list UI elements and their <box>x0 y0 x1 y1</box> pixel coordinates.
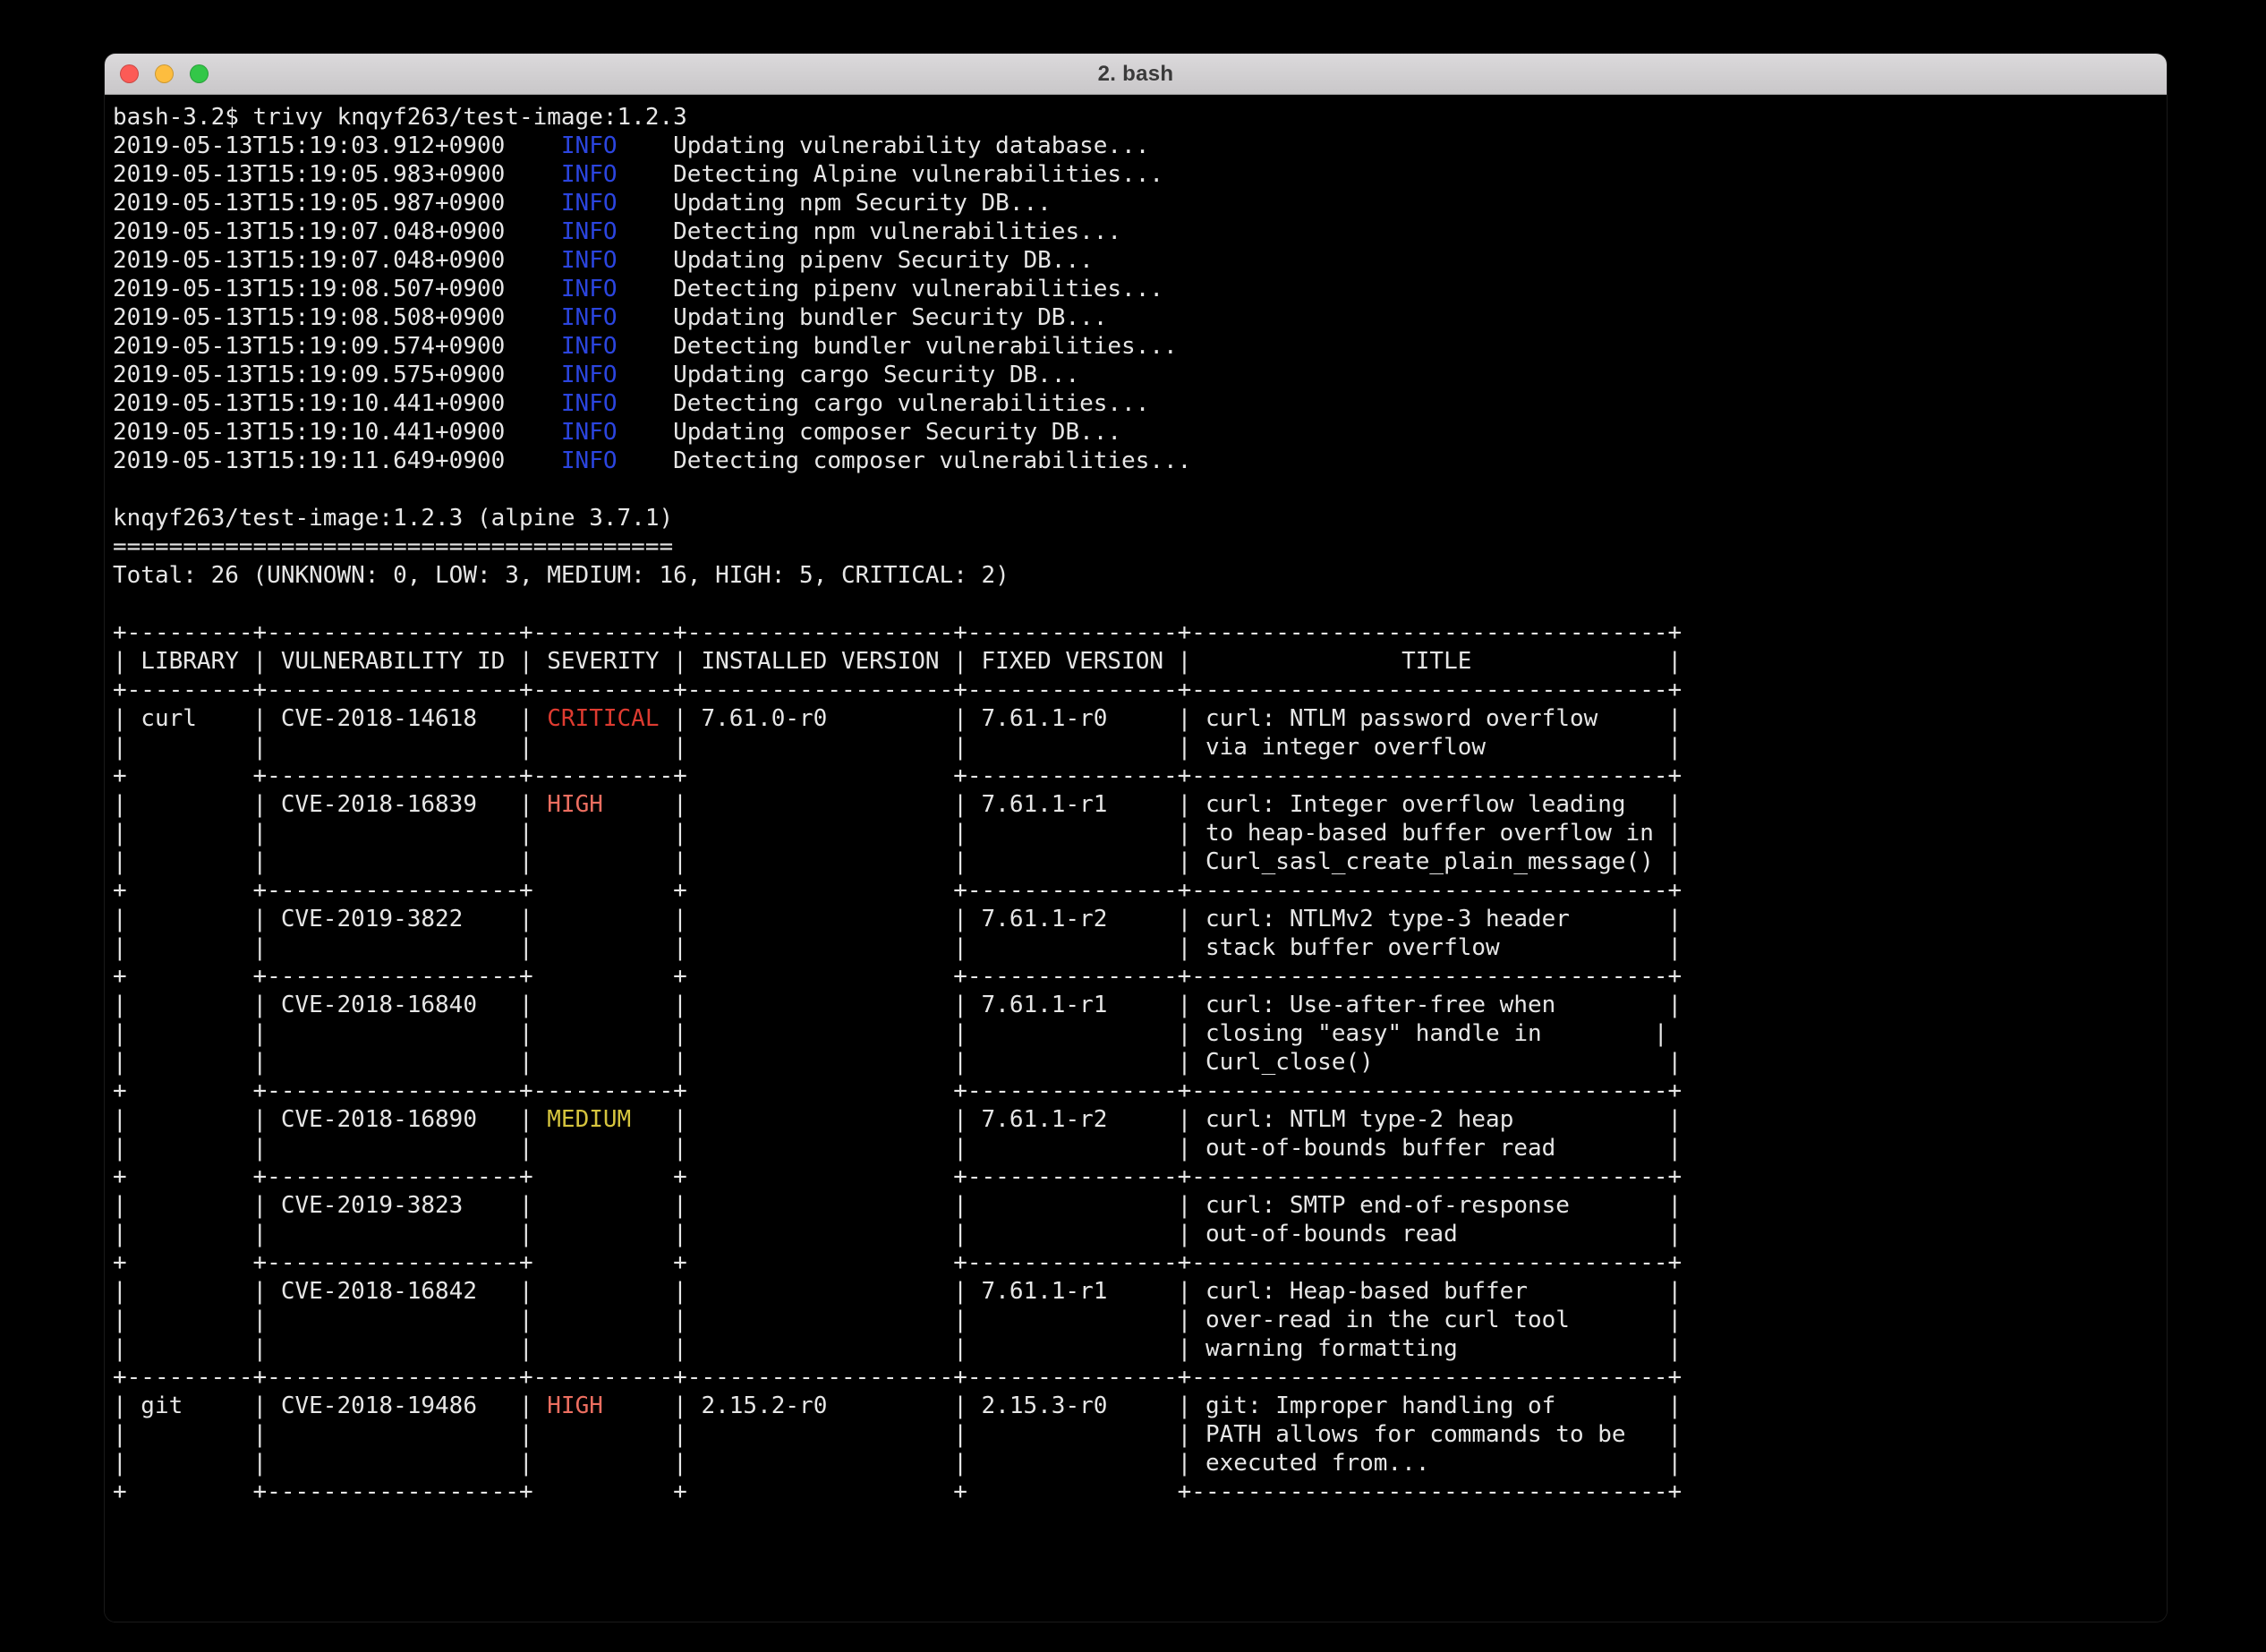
log-level-info: INFO <box>561 218 618 245</box>
terminal-content[interactable]: bash-3.2$ trivy knqyf263/test-image:1.2.… <box>105 96 2167 1622</box>
terminal-line: + +------------------+ + +--------------… <box>113 1163 1682 1190</box>
log-level-info: INFO <box>561 161 618 188</box>
severity-label-medium: MEDIUM <box>547 1106 631 1133</box>
window-title: 2. bash <box>1098 62 1174 87</box>
terminal-line: | | | | | | Curl_close() | <box>113 1049 1682 1076</box>
terminal-line: | | | | | | out-of-bounds read | <box>113 1221 1682 1248</box>
log-level-info: INFO <box>561 190 618 217</box>
terminal-line: Total: 26 (UNKNOWN: 0, LOW: 3, MEDIUM: 1… <box>113 562 1009 589</box>
terminal-line: 2019-05-13T15:19:05.987+0900 INFO Updati… <box>113 190 1052 217</box>
log-level-info: INFO <box>561 390 618 417</box>
terminal-line: knqyf263/test-image:1.2.3 (alpine 3.7.1) <box>113 505 673 532</box>
terminal-line: 2019-05-13T15:19:05.983+0900 INFO Detect… <box>113 161 1163 188</box>
severity-label-undefined: | | 7.61.1-r1 | curl: Integer overflow l… <box>603 791 1682 818</box>
terminal-line: + +------------------+ + + +------------… <box>113 1478 1682 1505</box>
terminal-line: +---------+------------------+----------… <box>113 677 1682 703</box>
terminal-line: | | | | | | PATH allows for commands to … <box>113 1421 1682 1448</box>
terminal-line: | | CVE-2018-16839 | HIGH | | 7.61.1-r1 … <box>113 791 1682 818</box>
terminal-line: ======================================== <box>113 533 673 560</box>
terminal-window: 2. bash bash-3.2$ trivy knqyf263/test-im… <box>105 54 2167 1622</box>
terminal-line: +---------+------------------+----------… <box>113 619 1682 646</box>
severity-label-high: HIGH <box>547 791 603 818</box>
severity-label-undefined: | 7.61.0-r0 | 7.61.1-r0 | curl: NTLM pas… <box>660 705 1682 732</box>
terminal-line: | | | | | | over-read in the curl tool | <box>113 1307 1682 1333</box>
log-level-info: INFO <box>561 447 618 474</box>
terminal-line: | | CVE-2018-16890 | MEDIUM | | 7.61.1-r… <box>113 1106 1682 1133</box>
terminal-line: | curl | CVE-2018-14618 | CRITICAL | 7.6… <box>113 705 1682 732</box>
log-level-info: INFO <box>561 362 618 388</box>
terminal-line: 2019-05-13T15:19:03.912+0900 INFO Updati… <box>113 132 1149 159</box>
terminal-line: 2019-05-13T15:19:11.649+0900 INFO Detect… <box>113 447 1191 474</box>
severity-label-undefined: | | 7.61.1-r2 | curl: NTLM type-2 heap | <box>631 1106 1682 1133</box>
terminal-output: bash-3.2$ trivy knqyf263/test-image:1.2.… <box>113 103 2167 1506</box>
severity-label-undefined: | 2.15.2-r0 | 2.15.3-r0 | git: Improper … <box>603 1392 1682 1419</box>
log-level-info: INFO <box>561 304 618 331</box>
minimize-button[interactable] <box>155 64 174 83</box>
log-level-info: INFO <box>561 247 618 274</box>
terminal-line: + +------------------+----------+ +-----… <box>113 762 1682 789</box>
desktop-background: 2. bash bash-3.2$ trivy knqyf263/test-im… <box>0 0 2266 1652</box>
terminal-line: | | | | | | out-of-bounds buffer read | <box>113 1135 1682 1162</box>
terminal-line: + +------------------+ + +--------------… <box>113 963 1682 990</box>
severity-label-undefined: | | CVE-2018-16890 | <box>113 1106 547 1133</box>
terminal-line: | git | CVE-2018-19486 | HIGH | 2.15.2-r… <box>113 1392 1682 1419</box>
terminal-line: | | | | | | to heap-based buffer overflo… <box>113 820 1682 847</box>
terminal-line: | | | | | | warning formatting | <box>113 1335 1682 1362</box>
terminal-line: | | | | | | executed from... | <box>113 1450 1682 1477</box>
terminal-line: | | CVE-2019-3822 | | | 7.61.1-r2 | curl… <box>113 906 1682 932</box>
log-level-info: INFO <box>561 419 618 446</box>
severity-label-high: HIGH <box>547 1392 603 1419</box>
log-level-info: INFO <box>561 333 618 360</box>
window-titlebar[interactable]: 2. bash <box>105 54 2167 95</box>
zoom-button[interactable] <box>190 64 209 83</box>
terminal-line: 2019-05-13T15:19:10.441+0900 INFO Detect… <box>113 390 1149 417</box>
terminal-line: | | | | | | closing "easy" handle in | <box>113 1020 1668 1047</box>
terminal-line: bash-3.2$ trivy knqyf263/test-image:1.2.… <box>113 104 687 131</box>
terminal-line: | | | | | | Curl_sasl_create_plain_messa… <box>113 848 1682 875</box>
log-level-info: INFO <box>561 132 618 159</box>
terminal-line: 2019-05-13T15:19:10.441+0900 INFO Updati… <box>113 419 1121 446</box>
terminal-line: 2019-05-13T15:19:09.575+0900 INFO Updati… <box>113 362 1079 388</box>
terminal-line: | | CVE-2018-16842 | | | 7.61.1-r1 | cur… <box>113 1278 1682 1305</box>
terminal-line: | | CVE-2018-16840 | | | 7.61.1-r1 | cur… <box>113 992 1682 1018</box>
terminal-line: +---------+------------------+----------… <box>113 1364 1682 1391</box>
log-level-info: INFO <box>561 276 618 302</box>
severity-label-undefined: | | CVE-2018-16839 | <box>113 791 547 818</box>
close-button[interactable] <box>120 64 139 83</box>
terminal-line: + +------------------+----------+ +-----… <box>113 1077 1682 1104</box>
terminal-line: | | CVE-2019-3823 | | | | curl: SMTP end… <box>113 1192 1682 1219</box>
terminal-line: 2019-05-13T15:19:07.048+0900 INFO Detect… <box>113 218 1121 245</box>
traffic-lights <box>120 54 209 94</box>
terminal-line: + +------------------+ + +--------------… <box>113 1249 1682 1276</box>
terminal-line: 2019-05-13T15:19:08.507+0900 INFO Detect… <box>113 276 1163 302</box>
severity-label-critical: CRITICAL <box>547 705 659 732</box>
severity-label-undefined: | git | CVE-2018-19486 | <box>113 1392 547 1419</box>
terminal-line: + +------------------+ + +--------------… <box>113 877 1682 904</box>
terminal-line: | LIBRARY | VULNERABILITY ID | SEVERITY … <box>113 648 1682 675</box>
terminal-line: 2019-05-13T15:19:09.574+0900 INFO Detect… <box>113 333 1178 360</box>
severity-label-undefined: | curl | CVE-2018-14618 | <box>113 705 547 732</box>
terminal-line: 2019-05-13T15:19:07.048+0900 INFO Updati… <box>113 247 1094 274</box>
terminal-line: 2019-05-13T15:19:08.508+0900 INFO Updati… <box>113 304 1107 331</box>
terminal-line: | | | | | | stack buffer overflow | <box>113 934 1682 961</box>
terminal-line: | | | | | | via integer overflow | <box>113 734 1682 761</box>
